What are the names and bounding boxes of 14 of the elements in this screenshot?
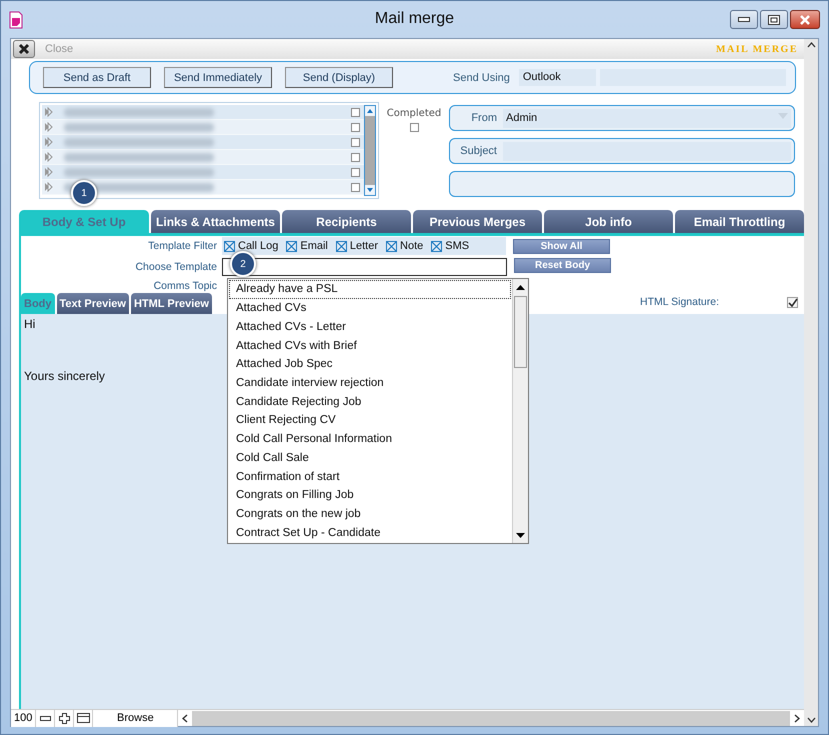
window-title: Mail merge (374, 10, 454, 28)
zoom-level: 100 (11, 710, 36, 726)
app-title: MAIL MERGE (716, 44, 798, 54)
from-label: From (470, 112, 498, 124)
template-filter-label: Template Filter (147, 240, 218, 252)
from-value: Admin (506, 112, 538, 124)
comms-topic-label: Comms Topic (152, 280, 218, 292)
subject-label: Subject (459, 145, 498, 157)
closing-text: Yours sincerely (24, 369, 105, 383)
completed-label: Completed (386, 108, 442, 119)
greeting-text: Hi (24, 317, 36, 331)
send-using-label: Send Using (453, 72, 510, 84)
html-signature-label: HTML Signature: (640, 296, 719, 308)
choose-template-label: Choose Template (134, 261, 218, 273)
